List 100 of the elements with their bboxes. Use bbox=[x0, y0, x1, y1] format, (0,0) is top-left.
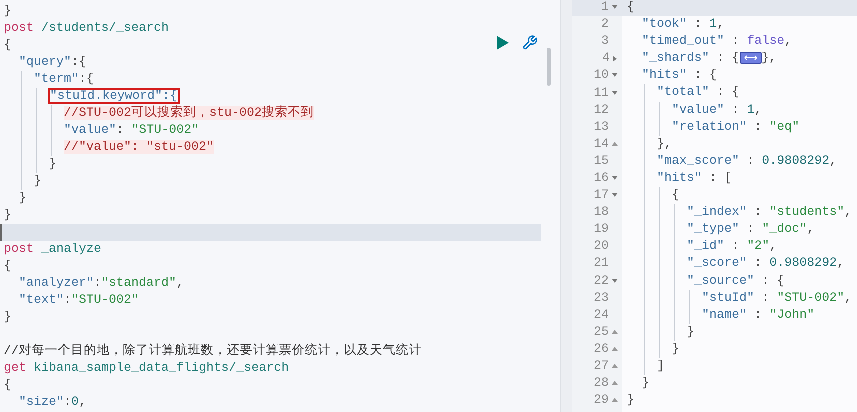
punctuation: : bbox=[747, 222, 755, 236]
http-method: get bbox=[4, 361, 27, 375]
punctuation: , bbox=[754, 102, 762, 117]
line-number: 20 bbox=[594, 238, 609, 256]
line-number: 2 bbox=[601, 16, 609, 34]
punctuation: } bbox=[4, 4, 12, 18]
line-number: 27 bbox=[594, 358, 609, 376]
punctuation: :{ bbox=[79, 72, 94, 86]
string-value: "students" bbox=[770, 205, 845, 220]
json-key: "size" bbox=[19, 395, 64, 409]
punctuation: } bbox=[642, 376, 650, 390]
json-key: "total" bbox=[657, 85, 710, 100]
json-key: "timed_out" bbox=[642, 34, 725, 48]
fold-end-icon[interactable] bbox=[612, 142, 618, 147]
fold-arrow-icon[interactable] bbox=[612, 278, 618, 284]
line-number: 14 bbox=[594, 136, 609, 153]
http-method: post bbox=[4, 21, 34, 35]
punctuation: : { bbox=[717, 51, 740, 66]
punctuation: { bbox=[627, 0, 635, 14]
punctuation: , bbox=[717, 17, 725, 32]
json-key: "_shards" bbox=[642, 51, 710, 66]
punctuation: ] bbox=[657, 358, 665, 373]
line-number: 24 bbox=[594, 306, 609, 324]
punctuation: , bbox=[770, 239, 778, 254]
punctuation: : bbox=[747, 154, 755, 168]
punctuation: } bbox=[672, 342, 680, 356]
request-path: /students/_search bbox=[42, 21, 170, 35]
json-key: "term" bbox=[34, 72, 80, 86]
line-number: 15 bbox=[594, 152, 609, 170]
string-value: "STU-002" bbox=[777, 290, 845, 305]
punctuation: } bbox=[627, 393, 635, 408]
fold-arrow-icon[interactable] bbox=[612, 5, 618, 10]
run-button[interactable] bbox=[496, 35, 510, 50]
json-key: "hits" bbox=[657, 170, 702, 185]
line-number: 13 bbox=[594, 118, 609, 136]
string-value: "2" bbox=[747, 239, 770, 254]
request-editor[interactable] bbox=[0, 0, 560, 412]
punctuation: } bbox=[49, 157, 57, 171]
number-value: 1 bbox=[747, 102, 755, 117]
string-value: "STU-002" bbox=[132, 123, 200, 137]
punctuation: }, bbox=[657, 136, 672, 151]
fold-arrow-icon[interactable] bbox=[612, 90, 618, 96]
fold-arrow-icon[interactable] bbox=[612, 193, 618, 198]
string-value: "STU-002" bbox=[72, 293, 140, 307]
line-number: 12 bbox=[594, 102, 609, 119]
fold-end-icon[interactable] bbox=[612, 346, 618, 352]
folded-block-icon[interactable] bbox=[740, 52, 762, 64]
fold-end-icon[interactable] bbox=[612, 364, 618, 370]
punctuation: , bbox=[79, 395, 87, 409]
punctuation: , bbox=[807, 222, 815, 236]
punctuation: , bbox=[784, 34, 792, 48]
json-key: "stuId" bbox=[702, 290, 755, 305]
punctuation: { bbox=[4, 259, 12, 273]
json-key: "_id" bbox=[687, 239, 725, 254]
line-number: 22 bbox=[594, 272, 609, 290]
punctuation: : bbox=[732, 34, 740, 48]
punctuation: { bbox=[672, 188, 680, 202]
scrollbar-thumb[interactable] bbox=[547, 48, 551, 86]
string-value: "John" bbox=[770, 308, 815, 322]
code-comment: //"value": "stu-002" bbox=[64, 140, 214, 154]
fold-end-icon[interactable] bbox=[612, 398, 618, 404]
fold-arrow-icon[interactable] bbox=[612, 73, 618, 78]
punctuation: : bbox=[754, 205, 762, 220]
punctuation: : bbox=[732, 102, 740, 117]
settings-button[interactable] bbox=[521, 34, 539, 52]
punctuation: : [ bbox=[710, 170, 732, 185]
punctuation: : bbox=[754, 308, 762, 322]
request-path: _analyze bbox=[42, 242, 102, 256]
line-number: 23 bbox=[594, 290, 609, 307]
fold-end-icon[interactable] bbox=[612, 381, 618, 386]
request-path: kibana_sample_data_flights/_search bbox=[34, 361, 290, 375]
json-key: "hits" bbox=[642, 68, 688, 82]
json-key: "name" bbox=[702, 308, 748, 322]
punctuation: , bbox=[844, 205, 852, 220]
line-number: 29 bbox=[594, 392, 609, 410]
json-key: "value" bbox=[672, 102, 725, 117]
punctuation: : bbox=[762, 290, 770, 305]
string-value: "_doc" bbox=[762, 222, 808, 236]
boolean-value: false bbox=[747, 34, 785, 48]
json-key: "_index" bbox=[687, 205, 748, 220]
fold-arrow-icon[interactable] bbox=[612, 176, 618, 181]
punctuation: : bbox=[94, 276, 102, 290]
expand-arrow-icon[interactable] bbox=[613, 56, 618, 62]
punctuation: : { bbox=[762, 274, 785, 288]
punctuation: } bbox=[4, 208, 12, 222]
punctuation: : bbox=[64, 395, 72, 409]
fold-end-icon[interactable] bbox=[612, 330, 618, 335]
highlighted-key: "stuId.keyword":{ bbox=[49, 89, 179, 103]
punctuation: : { bbox=[694, 68, 718, 82]
json-key: "_score" bbox=[687, 256, 748, 270]
punctuation: } bbox=[4, 310, 12, 324]
punctuation: { bbox=[4, 38, 12, 52]
punctuation: :{ bbox=[72, 55, 87, 69]
line-number: 3 bbox=[601, 33, 609, 50]
line-number: 16 bbox=[594, 170, 609, 187]
json-key: "analyzer" bbox=[19, 276, 94, 290]
line-number: 19 bbox=[594, 221, 609, 238]
line-number: 18 bbox=[594, 204, 609, 222]
json-key: "max_score" bbox=[657, 154, 740, 168]
punctuation: : { bbox=[717, 85, 740, 100]
